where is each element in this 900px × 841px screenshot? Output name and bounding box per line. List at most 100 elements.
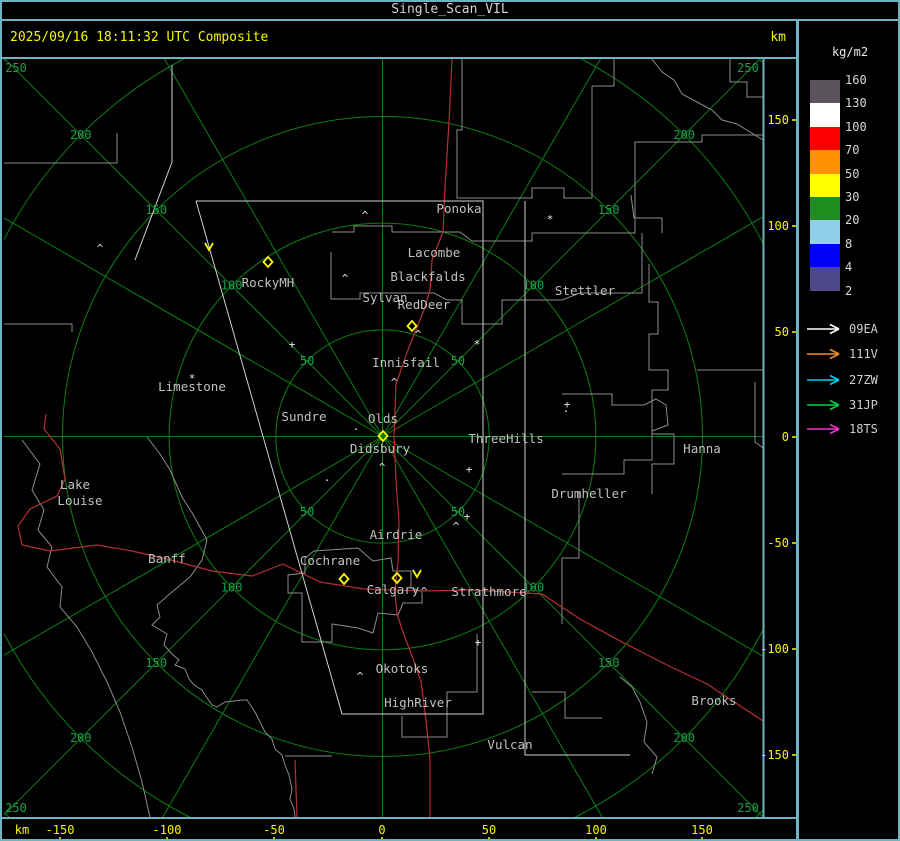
status-header: 2025/09/16 18:11:32 UTC Composite km [2,21,796,59]
radar-viewer-window: Single_Scan_VIL 2025/09/16 18:11:32 UTC … [0,0,900,841]
town-marker: ^ [97,242,104,255]
scale-color-swatch [810,80,840,104]
city-label: Calgary [367,582,420,597]
town-marker: ^ [415,328,422,341]
scan-timestamp: 2025/09/16 18:11:32 UTC Composite [10,30,269,45]
legend-panel: kg/m2 160 130 100 70 50 30 20 8 4 2 09EA 111V 27ZW 3… [796,21,898,839]
radar-id-label: 27ZW [849,373,878,387]
scale-tick-label: 160 [845,73,867,87]
city-label: Cochrane [300,553,360,568]
bottom-axis-label: -100 [153,823,182,837]
ring-label: 200 [70,731,92,745]
city-label: Didsbury [350,441,411,456]
city-label: Lacombe [408,245,461,260]
bottom-axis-label: 150 [691,823,713,837]
town-marker: * [474,338,481,351]
ring-label: 150 [598,203,620,217]
city-label: Vulcan [487,737,532,752]
scale-color-swatch [810,126,840,151]
town-marker: ^ [379,461,386,474]
city-label: Banff [148,551,186,566]
scale-color-swatch [810,220,840,244]
city-label: Drumheller [551,486,627,501]
town-marker: * [547,213,554,226]
town-marker: + [466,463,473,476]
radar-id-label: 09EA [849,322,878,336]
ring-label: 250 [5,61,27,75]
scale-color-swatch [810,150,840,174]
radar-id-label: 31JP [849,398,878,412]
city-label: Airdrie [370,527,423,542]
town-marker: ^ [391,376,398,389]
radar-arrow-icon [807,348,840,360]
ring-label: 100 [523,580,545,594]
right-axis-label: -100 [760,642,789,656]
scale-tick-label: 30 [845,190,860,204]
radar-map-canvas[interactable]: ^^^^^^^^^+++++***···PonokaLacombeBlackfa… [2,59,796,841]
right-axis-label: -150 [760,748,789,762]
scale-tick-label: 130 [845,96,867,111]
city-label: RockyMH [242,275,295,290]
ring-label: 250 [737,801,759,815]
city-label: Stettler [555,283,616,298]
bottom-axis-label: -150 [46,823,75,837]
ring-label: 250 [5,801,27,815]
city-label: Louise [57,493,102,508]
ring-label: 100 [221,580,243,594]
scale-tick-label: 2 [845,283,853,298]
ring-label: 200 [673,731,695,745]
ring-label: 100 [221,279,243,293]
radar-arrow-icon [807,323,840,335]
scale-tick-label: 4 [845,260,853,275]
town-marker: ^ [421,585,428,598]
ring-label: 50 [300,354,314,368]
city-label: Sundre [281,409,326,424]
scale-tick-label: 70 [845,143,860,158]
city-label: Strathmore [451,584,526,599]
radar-id-label: 18TS [849,422,878,436]
city-label: Ponoka [436,201,481,216]
town-marker: ^ [453,520,460,533]
scale-color-swatch [810,243,840,268]
ring-label: 200 [70,128,92,142]
town-marker: · [353,423,360,436]
bottom-axis-unit-label: km [15,823,29,837]
scale-color-swatch [810,267,840,291]
ring-label: 50 [451,505,465,519]
bottom-axis-label: 0 [378,823,385,837]
town-marker: ^ [357,670,364,683]
town-marker: · [324,474,331,487]
town-marker: ^ [362,209,369,222]
right-axis-label: 0 [782,430,789,444]
scale-tick-label: 20 [845,213,860,228]
radar-arrow-icon [807,399,840,411]
scale-color-swatch [810,173,840,197]
right-axis-unit-label: km [770,30,786,45]
ring-label: 50 [451,354,465,368]
right-axis-label: 150 [767,113,789,127]
legend-unit-label: kg/m2 [831,45,869,59]
scale-tick-label: 50 [845,166,860,181]
scale-tick-label: 8 [845,236,853,251]
bottom-axis-label: 100 [585,823,607,837]
city-label: RedDeer [398,297,451,312]
town-marker: · [563,405,570,418]
right-axis-label: 50 [775,325,789,339]
right-axis-label: 100 [767,219,789,233]
city-label: Innisfail [372,355,440,370]
town-marker: + [289,338,296,351]
city-label: Okotoks [376,661,429,676]
scale-tick-label: 100 [845,119,867,134]
scale-color-swatch [810,103,840,127]
radar-arrow-icon [807,423,840,435]
window-title: Single_Scan_VIL [2,2,898,21]
city-label: Brooks [691,693,736,708]
city-label: Hanna [683,441,721,456]
ring-label: 100 [523,279,545,293]
bottom-axis-label: 50 [482,823,496,837]
city-label: Olds [368,411,398,426]
city-label: Lake [60,477,90,492]
town-marker: ^ [342,272,349,285]
ring-label: 150 [145,656,167,670]
ring-label: 200 [673,128,695,142]
